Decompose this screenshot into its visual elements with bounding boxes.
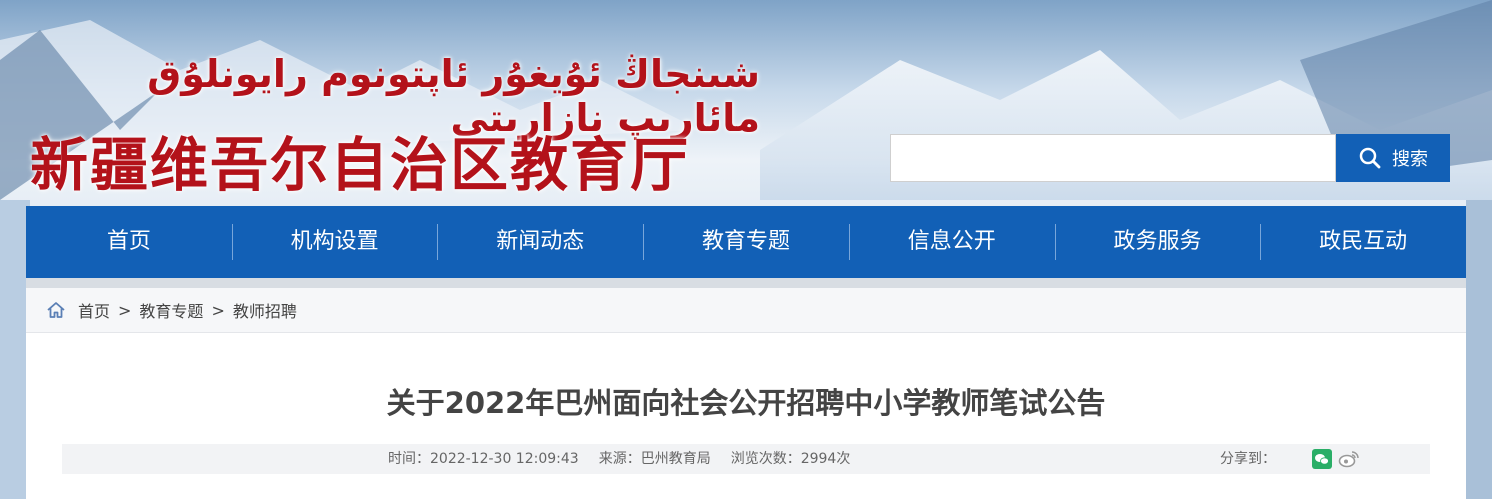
- logo-chinese-text: 新疆维吾尔自治区教育厅: [30, 131, 691, 199]
- nav-divider: [26, 278, 1466, 288]
- article-meta-bar: 时间：2022-12-30 12:09:43 来源：巴州教育局 浏览次数：299…: [62, 444, 1430, 474]
- nav-item-public-interaction[interactable]: 政民互动: [1260, 206, 1466, 278]
- breadcrumb-education-topics[interactable]: 教育专题: [139, 298, 203, 322]
- article-time: 时间：2022-12-30 12:09:43: [388, 451, 579, 467]
- logo-uyghur-text: شىنجاڭ ئۇيغۇر ئاپتونوم رايونلۇق مائارىپ …: [147, 52, 760, 140]
- nav-item-organization[interactable]: 机构设置: [231, 206, 438, 278]
- breadcrumb-separator: >: [118, 300, 132, 320]
- main-nav: 首页 机构设置 新闻动态 教育专题 信息公开 政务服务 政民互动: [26, 206, 1466, 278]
- wechat-share-icon[interactable]: [1312, 449, 1332, 469]
- search-icon: [1359, 147, 1381, 169]
- breadcrumb-teacher-recruitment[interactable]: 教师招聘: [233, 298, 297, 322]
- search-button-label: 搜索: [1392, 149, 1428, 170]
- search-input[interactable]: [890, 134, 1336, 182]
- article-title: 关于2022年巴州面向社会公开招聘中小学教师笔试公告: [386, 386, 1106, 420]
- breadcrumb: 首页 > 教育专题 > 教师招聘: [26, 288, 1466, 333]
- article-source: 来源：巴州教育局: [598, 451, 711, 467]
- share-label: 分享到：: [1220, 451, 1276, 467]
- nav-item-information-disclosure[interactable]: 信息公开: [848, 206, 1055, 278]
- home-icon[interactable]: [46, 300, 66, 320]
- nav-item-government-services[interactable]: 政务服务: [1054, 206, 1261, 278]
- nav-item-home[interactable]: 首页: [26, 206, 232, 278]
- article-views: 浏览次数：2994次: [730, 451, 851, 467]
- weibo-share-icon[interactable]: [1338, 449, 1360, 469]
- search-button[interactable]: 搜索: [1336, 134, 1450, 182]
- breadcrumb-home[interactable]: 首页: [78, 298, 110, 322]
- breadcrumb-separator: >: [211, 300, 225, 320]
- nav-item-education-topics[interactable]: 教育专题: [643, 206, 849, 278]
- nav-item-news[interactable]: 新闻动态: [437, 206, 643, 278]
- share-section: 分享到：: [1220, 444, 1360, 474]
- content-panel: 首页 > 教育专题 > 教师招聘 关于2022年巴州面向社会公开招聘中小学教师笔…: [26, 288, 1466, 499]
